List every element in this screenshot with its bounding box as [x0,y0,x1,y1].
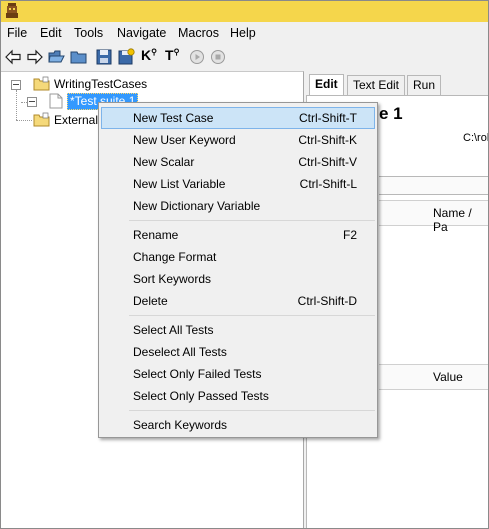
menu-item-shortcut: Ctrl-Shift-V [298,155,357,169]
menu-item-shortcut: Ctrl-Shift-K [298,133,357,147]
title-bar[interactable] [1,1,488,22]
back-arrow-icon[interactable] [4,48,22,66]
context-menu: New Test Case Ctrl-Shift-T New User Keyw… [98,102,378,438]
menu-item-label: Change Format [133,250,217,264]
menu-item-label: New List Variable [133,177,226,191]
search-tests-label: T [165,47,174,63]
file-icon [49,93,63,109]
search-keywords-icon[interactable]: K⚲ [141,47,159,65]
menu-item-sort-keywords[interactable]: Sort Keywords [101,268,375,290]
menu-file[interactable]: File [7,26,27,40]
editor-tabs: Edit Text Edit Run [304,71,488,96]
menu-separator [129,315,375,316]
variable-table-header: Value [379,364,488,390]
save-all-icon[interactable] [117,48,135,66]
app-icon [6,3,18,18]
menu-item-label: Rename [133,228,179,242]
menu-item-new-list-variable[interactable]: New List Variable Ctrl-Shift-L [101,173,375,195]
menu-item-label: Delete [133,294,168,308]
menu-separator [129,220,375,221]
tree-connector [16,90,17,120]
menu-item-label: New User Keyword [133,133,236,147]
tree-connector [16,120,32,121]
import-table-header: Name / Pa [379,200,488,234]
folder-icon [33,76,50,91]
menu-item-search-keywords[interactable]: Search Keywords [101,414,375,436]
open-directory-icon[interactable] [48,48,66,66]
menu-item-new-user-keyword[interactable]: New User Keyword Ctrl-Shift-K [101,129,375,151]
menu-item-shortcut: Ctrl-Shift-D [297,294,357,308]
menu-item-select-only-failed-tests[interactable]: Select Only Failed Tests [101,363,375,385]
column-header-value[interactable]: Value [433,370,463,384]
save-icon[interactable] [95,48,113,66]
menu-item-label: Select All Tests [133,323,214,337]
open-folder-icon[interactable] [70,48,88,66]
menu-item-label: Select Only Passed Tests [133,389,269,403]
tab-edit[interactable]: Edit [309,74,344,96]
menu-macros[interactable]: Macros [178,26,219,40]
toolbar: K⚲ T⚲ [1,44,488,70]
menu-tools[interactable]: Tools [74,26,103,40]
menu-item-deselect-all-tests[interactable]: Deselect All Tests [101,341,375,363]
forward-arrow-icon[interactable] [26,48,44,66]
menu-item-label: New Dictionary Variable [133,199,261,213]
application-window: File Edit Tools Navigate Macros Help K⚲ … [0,0,489,529]
menu-navigate[interactable]: Navigate [117,26,166,40]
tree-item-project[interactable]: WritingTestCases [54,77,147,91]
run-icon[interactable] [188,48,206,66]
menu-bar: File Edit Tools Navigate Macros Help [1,22,488,44]
menu-item-delete[interactable]: Delete Ctrl-Shift-D [101,290,375,312]
menu-item-new-scalar[interactable]: New Scalar Ctrl-Shift-V [101,151,375,173]
menu-item-change-format[interactable]: Change Format [101,246,375,268]
menu-item-label: Sort Keywords [133,272,212,286]
collapse-toggle-suite[interactable] [27,97,37,107]
menu-help[interactable]: Help [230,26,256,40]
column-header-name-path[interactable]: Name / Pa [433,206,488,234]
menu-item-new-test-case[interactable]: New Test Case Ctrl-Shift-T [101,107,375,129]
menu-item-label: Deselect All Tests [133,345,227,359]
suite-title: e 1 [379,104,403,123]
tab-run[interactable]: Run [407,75,442,95]
menu-item-label: New Test Case [133,111,214,125]
menu-item-shortcut: Ctrl-Shift-L [299,177,357,191]
menu-item-rename[interactable]: Rename F2 [101,224,375,246]
menu-edit[interactable]: Edit [40,26,62,40]
collapse-toggle-project[interactable] [11,80,21,90]
stop-icon[interactable] [209,48,227,66]
menu-item-shortcut: F2 [342,228,357,242]
menu-item-label: New Scalar [133,155,195,169]
suite-path: C:\rol [463,132,489,144]
menu-item-shortcut: Ctrl-Shift-T [299,111,357,125]
menu-item-label: Search Keywords [133,418,228,432]
tab-text-edit[interactable]: Text Edit [347,75,406,95]
menu-separator [129,410,375,411]
menu-item-new-dictionary-variable[interactable]: New Dictionary Variable [101,195,375,217]
search-keywords-label: K [141,47,152,63]
menu-item-select-only-passed-tests[interactable]: Select Only Passed Tests [101,385,375,407]
settings-button-row[interactable] [379,176,488,195]
menu-item-label: Select Only Failed Tests [133,367,262,381]
folder-icon [33,112,50,127]
search-tests-icon[interactable]: T⚲ [165,47,183,65]
menu-item-select-all-tests[interactable]: Select All Tests [101,319,375,341]
